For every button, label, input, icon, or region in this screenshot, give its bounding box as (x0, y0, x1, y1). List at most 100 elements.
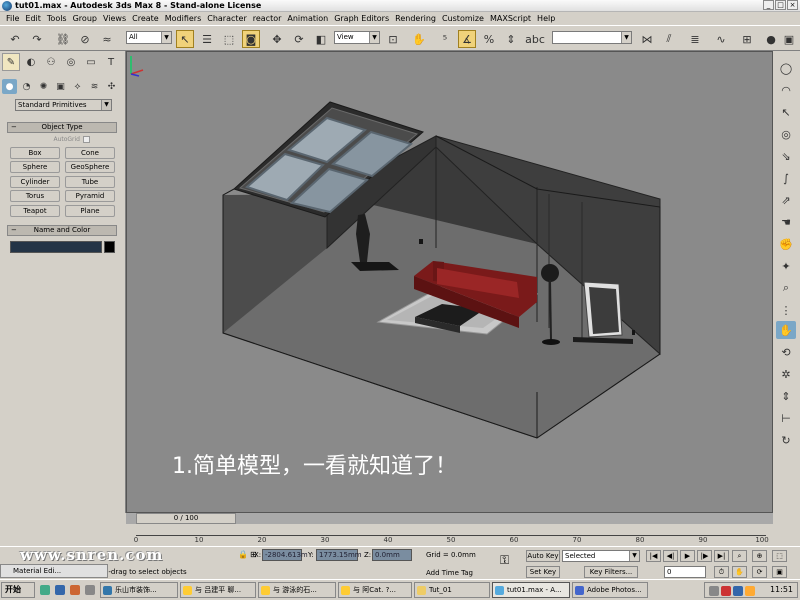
key-mode-dropdown[interactable]: Selected ▼ (562, 550, 640, 562)
maximize-toggle-icon[interactable]: ▣ (772, 566, 787, 578)
menu-graph-editors[interactable]: Graph Editors (331, 14, 392, 23)
grab-icon[interactable]: ✊ (776, 235, 796, 253)
object-name-input[interactable] (10, 241, 102, 253)
arc-icon[interactable]: ◠ (776, 81, 796, 99)
select-and-link-icon[interactable]: ⛓ (54, 30, 72, 48)
material-editor-icon[interactable]: ● (762, 30, 780, 48)
torus-button[interactable]: Torus (10, 190, 60, 202)
object-color-swatch[interactable] (104, 241, 115, 253)
menu-reactor[interactable]: reactor (250, 14, 285, 23)
previous-frame-icon[interactable]: ◀| (663, 550, 678, 562)
select-and-scale-icon[interactable]: ◧ (312, 30, 330, 48)
cameras-icon[interactable]: ▣ (53, 79, 68, 94)
layer-manager-icon[interactable]: ≣ (686, 30, 704, 48)
hierarchy-tab-icon[interactable]: ⚇ (42, 53, 60, 71)
unlink-icon[interactable]: ⊘ (76, 30, 94, 48)
zoom-all-icon[interactable]: ⊕ (752, 550, 767, 562)
menu-tools[interactable]: Tools (44, 14, 70, 23)
menu-animation[interactable]: Animation (284, 14, 331, 23)
helpers-icon[interactable]: ⟡ (70, 79, 85, 94)
geometry-icon[interactable]: ● (2, 79, 17, 94)
autogrid-checkbox[interactable]: AutoGrid (35, 135, 90, 143)
y-coordinate-field[interactable]: 1773.15mm (316, 549, 362, 561)
curve-editor-icon[interactable]: ∿ (712, 30, 730, 48)
z-coordinate-field[interactable]: 0.0mm (372, 549, 412, 561)
taskbar-item[interactable]: Adobe Photos... (572, 582, 648, 598)
percent-snap-icon[interactable]: % (480, 30, 498, 48)
render-scene-icon[interactable]: ▣ (780, 30, 798, 48)
pan-icon[interactable]: ✋ (732, 566, 747, 578)
curve-icon[interactable]: ∫ (776, 169, 796, 187)
menu-edit[interactable]: Edit (22, 14, 44, 23)
material-editor-minimized[interactable]: Material Edi... (0, 564, 108, 578)
select-object-icon[interactable]: ↖ (176, 30, 194, 48)
region-zoom-icon[interactable]: ⬚ (772, 550, 787, 562)
create-tab-icon[interactable]: ✎ (2, 53, 20, 71)
x-coordinate-field[interactable]: -2804.613m (262, 549, 308, 561)
spinner-snap-icon[interactable]: ⇕ (502, 30, 520, 48)
sphere-button[interactable]: Sphere (10, 161, 60, 173)
current-frame-field[interactable]: 0 (664, 566, 706, 578)
name-and-color-rollout[interactable]: − Name and Color (7, 225, 117, 236)
menu-customize[interactable]: Customize (439, 14, 487, 23)
taskbar-item[interactable]: 与 游泳的石... (258, 582, 336, 598)
tray-icon[interactable] (709, 586, 719, 596)
cone-button[interactable]: Cone (65, 147, 115, 159)
select-and-manipulate-icon[interactable]: ✋ (410, 30, 428, 48)
cylinder-button[interactable]: Cylinder (10, 176, 60, 188)
menu-character[interactable]: Character (204, 14, 250, 23)
systems-icon[interactable]: ✣ (104, 79, 119, 94)
perspective-viewport[interactable]: 1.简单模型，一看就知道了！ (126, 51, 773, 513)
shapes-icon[interactable]: ◔ (19, 79, 34, 94)
set-key-button[interactable]: Set Key (526, 566, 560, 578)
minimize-button[interactable]: _ (763, 0, 774, 10)
align-icon[interactable]: ⫽ (660, 30, 678, 48)
maximize-viewport-icon[interactable]: ⊢ (776, 409, 796, 427)
field-of-view-icon[interactable]: ⋮ (776, 301, 796, 319)
light-icon[interactable]: ✦ (776, 257, 796, 275)
track-bar[interactable]: 0 10 20 30 40 50 60 70 80 90 100 (126, 524, 773, 546)
time-slider-handle[interactable]: 0 / 100 (136, 513, 236, 524)
quick-launch-icon[interactable] (85, 585, 95, 595)
bind-space-warp-icon[interactable]: ≈ (98, 30, 116, 48)
auto-key-button[interactable]: Auto Key (526, 550, 560, 562)
primitive-type-dropdown[interactable]: Standard Primitives ▼ (15, 99, 112, 111)
pan-view-icon[interactable]: ✋ (776, 321, 796, 339)
menu-help[interactable]: Help (534, 14, 558, 23)
go-to-start-icon[interactable]: |◀ (646, 550, 661, 562)
close-button[interactable]: × (787, 0, 798, 10)
select-and-move-icon[interactable]: ✥ (268, 30, 286, 48)
orbit-view-icon[interactable]: ⟳ (752, 566, 767, 578)
time-config-icon[interactable]: ⏱ (714, 566, 729, 578)
selection-filter-dropdown[interactable]: All ▼ (126, 31, 172, 44)
arrows-icon[interactable]: ⇗ (776, 191, 796, 209)
pyramid-button[interactable]: Pyramid (65, 190, 115, 202)
angle-snap-icon[interactable]: ∡ (458, 30, 476, 48)
reference-coordinate-dropdown[interactable]: View ▼ (334, 31, 380, 44)
menu-views[interactable]: Views (100, 14, 129, 23)
taskbar-item[interactable]: 与 吕建平 聊... (180, 582, 256, 598)
min-max-toggle-icon[interactable]: ↻ (776, 431, 796, 449)
tray-icon[interactable] (721, 586, 731, 596)
walk-through-icon[interactable]: ⇕ (776, 387, 796, 405)
select-by-name-icon[interactable]: ☰ (198, 30, 216, 48)
next-frame-icon[interactable]: |▶ (697, 550, 712, 562)
quick-launch-icon[interactable] (40, 585, 50, 595)
orbit-icon[interactable]: ◯ (776, 59, 796, 77)
menu-modifiers[interactable]: Modifiers (162, 14, 205, 23)
menu-file[interactable]: File (3, 14, 22, 23)
target-icon[interactable]: ◎ (776, 125, 796, 143)
edit-named-selection-icon[interactable]: abc (525, 30, 545, 48)
start-button[interactable]: 开始 (1, 582, 35, 598)
taskbar-item[interactable]: Tut_01 (414, 582, 490, 598)
orbit-subobject-icon[interactable]: ✲ (776, 365, 796, 383)
add-time-tag-button[interactable]: Add Time Tag (426, 569, 473, 577)
time-slider[interactable]: 0 / 100 (126, 513, 773, 524)
taskbar-item[interactable]: 乐山市装饰... (100, 582, 178, 598)
named-selection-sets-dropdown[interactable]: ▼ (552, 31, 632, 44)
snaps-toggle-icon[interactable]: ⁵ (436, 30, 454, 48)
menu-create[interactable]: Create (129, 14, 162, 23)
zoom-icon[interactable]: ⌕ (776, 279, 796, 297)
teapot-button[interactable]: Teapot (10, 205, 60, 217)
maximize-button[interactable]: □ (775, 0, 786, 10)
